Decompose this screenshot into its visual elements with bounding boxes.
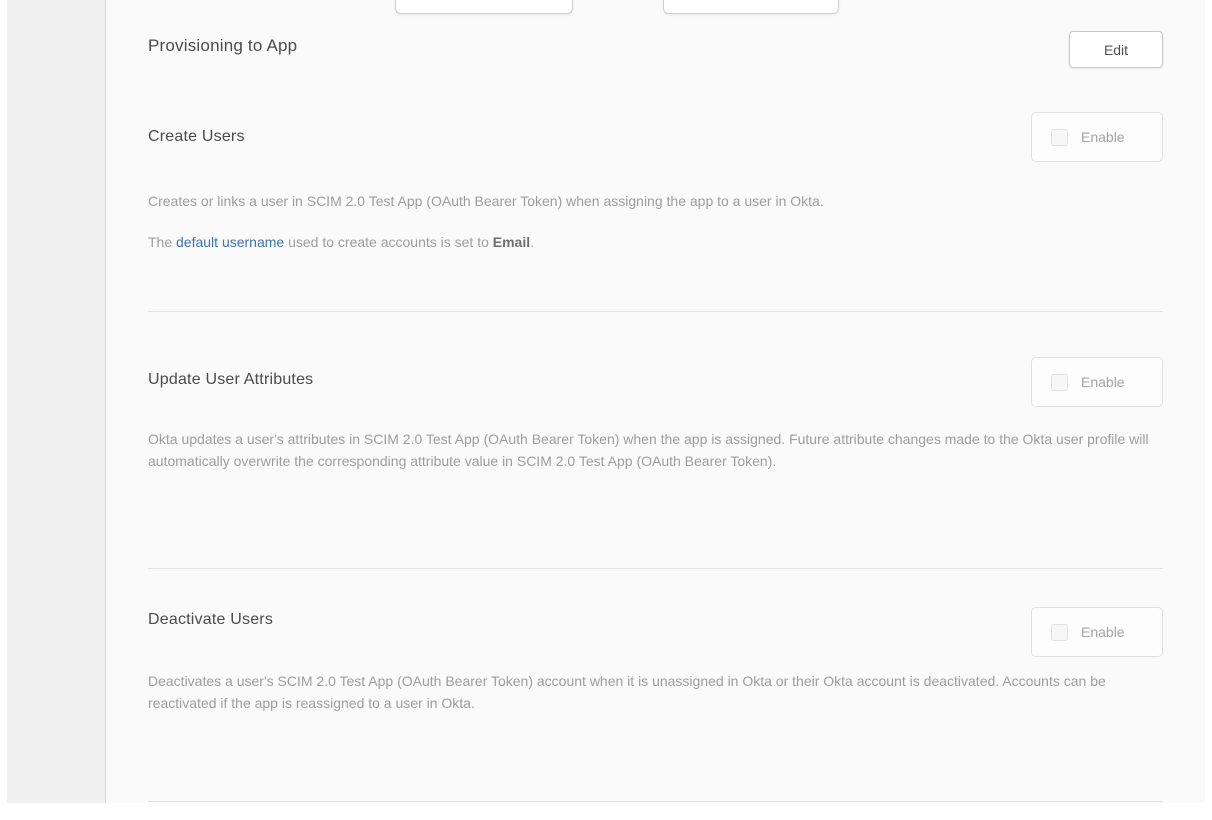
update-user-attributes-description: Okta updates a user's attributes in SCIM… (148, 428, 1153, 472)
deactivate-users-description: Deactivates a user's SCIM 2.0 Test App (… (148, 670, 1153, 714)
create-users-description: Creates or links a user in SCIM 2.0 Test… (148, 190, 824, 212)
deactivate-users-enable-button[interactable]: Enable (1031, 607, 1163, 657)
edit-button[interactable]: Edit (1069, 31, 1163, 68)
truncated-field-left[interactable] (395, 0, 573, 14)
section-divider (148, 311, 1163, 312)
truncated-field-right[interactable] (663, 0, 839, 14)
enable-label: Enable (1081, 624, 1125, 640)
note-suffix: . (530, 234, 534, 250)
deactivate-users-title: Deactivate Users (148, 611, 273, 629)
enable-checkbox-icon[interactable] (1051, 624, 1068, 641)
create-users-username-note: The default username used to create acco… (148, 231, 534, 253)
enable-checkbox-icon[interactable] (1051, 374, 1068, 391)
create-users-enable-button[interactable]: Enable (1031, 112, 1163, 162)
create-users-title: Create Users (148, 128, 245, 146)
username-value: Email (493, 234, 530, 250)
section-divider (148, 568, 1163, 569)
enable-label: Enable (1081, 374, 1125, 390)
enable-checkbox-icon[interactable] (1051, 129, 1068, 146)
page-title: Provisioning to App (148, 36, 297, 56)
note-middle: used to create accounts is set to (284, 234, 493, 250)
update-user-attributes-enable-button[interactable]: Enable (1031, 357, 1163, 407)
section-divider (148, 801, 1163, 802)
update-user-attributes-title: Update User Attributes (148, 371, 313, 389)
left-nav-panel (7, 0, 106, 803)
provisioning-to-app-panel: Provisioning to App Edit Create Users En… (106, 0, 1205, 803)
default-username-link[interactable]: default username (176, 234, 284, 250)
provisioning-page: Provisioning to App Edit Create Users En… (0, 0, 1212, 820)
note-prefix: The (148, 234, 176, 250)
enable-label: Enable (1081, 129, 1125, 145)
